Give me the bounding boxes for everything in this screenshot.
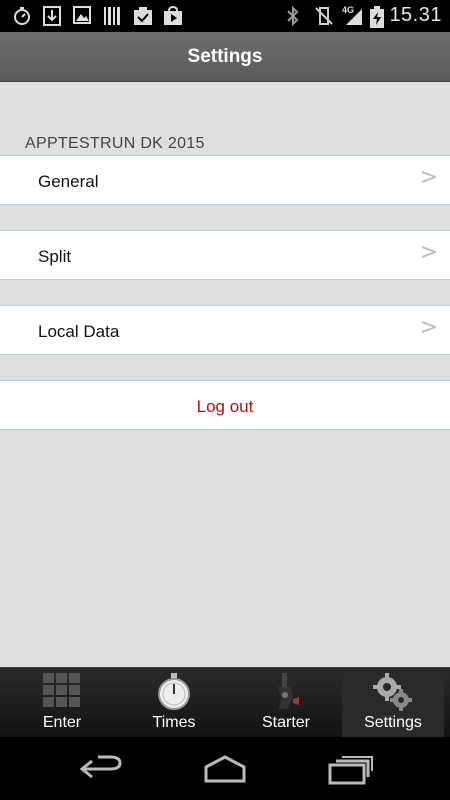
clock: 15.31	[389, 4, 442, 26]
status-bar: 4G 15.31	[0, 0, 450, 32]
recents-icon[interactable]	[328, 755, 374, 790]
starter-pistol-icon	[230, 673, 342, 711]
clipboard-check-icon	[133, 6, 153, 26]
tab-label: Times	[152, 714, 196, 731]
stopwatch-icon	[12, 6, 32, 26]
section-header: APPTESTRUN DK 2015	[25, 135, 205, 152]
back-icon[interactable]	[78, 755, 124, 788]
chevron-right-icon: >	[419, 240, 438, 265]
vibrate-off-icon	[314, 6, 334, 26]
image-icon	[73, 6, 91, 26]
tab-label: Enter	[42, 714, 82, 731]
signal-icon	[344, 6, 364, 26]
settings-item-split[interactable]: Split >	[0, 230, 450, 280]
grid-icon	[6, 673, 118, 709]
home-icon[interactable]	[200, 755, 250, 788]
battery-charging-icon	[370, 6, 384, 28]
page-title: Settings	[187, 46, 263, 67]
settings-item-label: General	[38, 172, 99, 191]
logout-button[interactable]: Log out	[0, 380, 450, 430]
barcode-icon	[103, 6, 121, 26]
play-store-icon	[163, 6, 183, 26]
action-bar: Settings	[0, 32, 450, 82]
stopwatch-icon	[118, 673, 230, 711]
system-nav-bar	[0, 737, 450, 800]
settings-item-local-data[interactable]: Local Data >	[0, 305, 450, 355]
download-icon	[43, 6, 61, 26]
settings-item-label: Local Data	[38, 322, 120, 341]
settings-item-general[interactable]: General >	[0, 155, 450, 205]
tab-enter[interactable]: Enter	[6, 668, 118, 738]
tab-bar: Enter Times Starter Settings	[0, 667, 450, 738]
gears-icon	[342, 673, 444, 711]
logout-label: Log out	[196, 397, 254, 416]
settings-content: APPTESTRUN DK 2015 General > Split > Loc…	[0, 82, 450, 667]
tab-label: Starter	[261, 714, 310, 731]
tab-settings[interactable]: Settings	[342, 668, 444, 738]
tab-label: Settings	[364, 714, 422, 731]
settings-item-label: Split	[38, 247, 72, 266]
bluetooth-icon	[286, 6, 300, 26]
tab-starter[interactable]: Starter	[230, 668, 342, 738]
chevron-right-icon: >	[419, 315, 438, 340]
tab-times[interactable]: Times	[118, 668, 230, 738]
chevron-right-icon: >	[419, 165, 438, 190]
